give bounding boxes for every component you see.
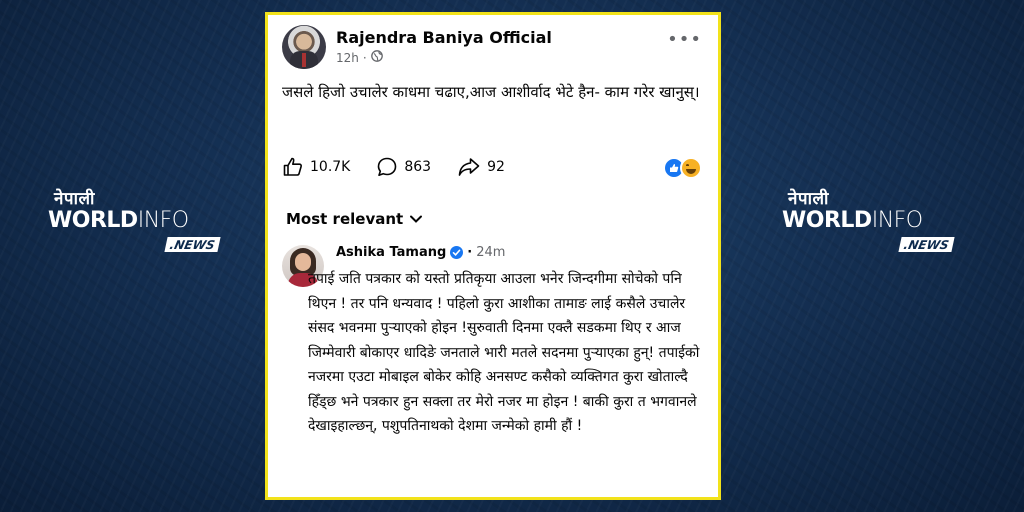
- post-body-text: जसले हिजो उचालेर काधमा चढाए,आज आशीर्वाद …: [282, 83, 700, 101]
- share-arrow-icon: [457, 156, 481, 178]
- sort-label: Most relevant: [286, 210, 404, 228]
- post-header: Rajendra Baniya Official 12h · •••: [282, 25, 702, 73]
- share-button[interactable]: 92: [457, 156, 505, 178]
- logo-info-text: INFO: [137, 208, 189, 233]
- logo-nepali-text: नेपाली: [788, 189, 829, 209]
- watermark-logo-right: नेपाली WORLDINFO .NEWS: [782, 190, 962, 253]
- avatar-tie: [302, 53, 306, 67]
- post-author-name[interactable]: Rajendra Baniya Official: [336, 28, 552, 47]
- author-avatar[interactable]: [282, 25, 326, 69]
- post-meta: 12h ·: [336, 50, 383, 65]
- post-card: Rajendra Baniya Official 12h · ••• जसले …: [265, 12, 721, 500]
- like-button[interactable]: 10.7K: [282, 156, 350, 178]
- haha-reaction-icon: [680, 157, 702, 179]
- comment-body-text: तपाई जति पत्रकार को यस्तो प्रतिकृया आउला…: [308, 271, 700, 434]
- logo-worldinfo: WORLDINFO: [48, 208, 228, 234]
- comment-count: 863: [404, 159, 432, 175]
- globe-icon: [370, 50, 383, 65]
- logo-worldinfo: WORLDINFO: [782, 208, 962, 234]
- comment-time[interactable]: 24m: [476, 245, 505, 260]
- commenter-name[interactable]: Ashika Tamang: [336, 245, 446, 260]
- comment-sort-dropdown[interactable]: Most relevant: [286, 210, 423, 228]
- verified-badge-icon: [450, 246, 464, 259]
- logo-info-text: INFO: [871, 208, 923, 233]
- logo-world-text: WORLD: [782, 208, 872, 233]
- logo-news-badge: .NEWS: [898, 237, 955, 252]
- meta-separator: ·: [362, 50, 367, 65]
- comment-button[interactable]: 863: [376, 156, 431, 178]
- share-count: 92: [487, 159, 505, 175]
- logo-world-text: WORLD: [48, 208, 138, 233]
- chevron-down-icon: [409, 210, 423, 228]
- comment-header: Ashika Tamang · 24m: [336, 245, 505, 260]
- reaction-summary[interactable]: [663, 157, 702, 179]
- post-time[interactable]: 12h: [336, 51, 359, 65]
- comment-bubble-icon: [376, 156, 398, 178]
- dot-separator: ·: [467, 245, 473, 260]
- logo-nepali-text: नेपाली: [54, 189, 95, 209]
- more-options-icon[interactable]: •••: [667, 29, 702, 50]
- watermark-logo-left: नेपाली WORLDINFO .NEWS: [48, 190, 228, 253]
- logo-news-badge: .NEWS: [164, 237, 221, 252]
- post-action-bar: 10.7K 863 92: [282, 152, 702, 182]
- thumbs-up-icon: [282, 156, 304, 178]
- like-count: 10.7K: [310, 159, 351, 175]
